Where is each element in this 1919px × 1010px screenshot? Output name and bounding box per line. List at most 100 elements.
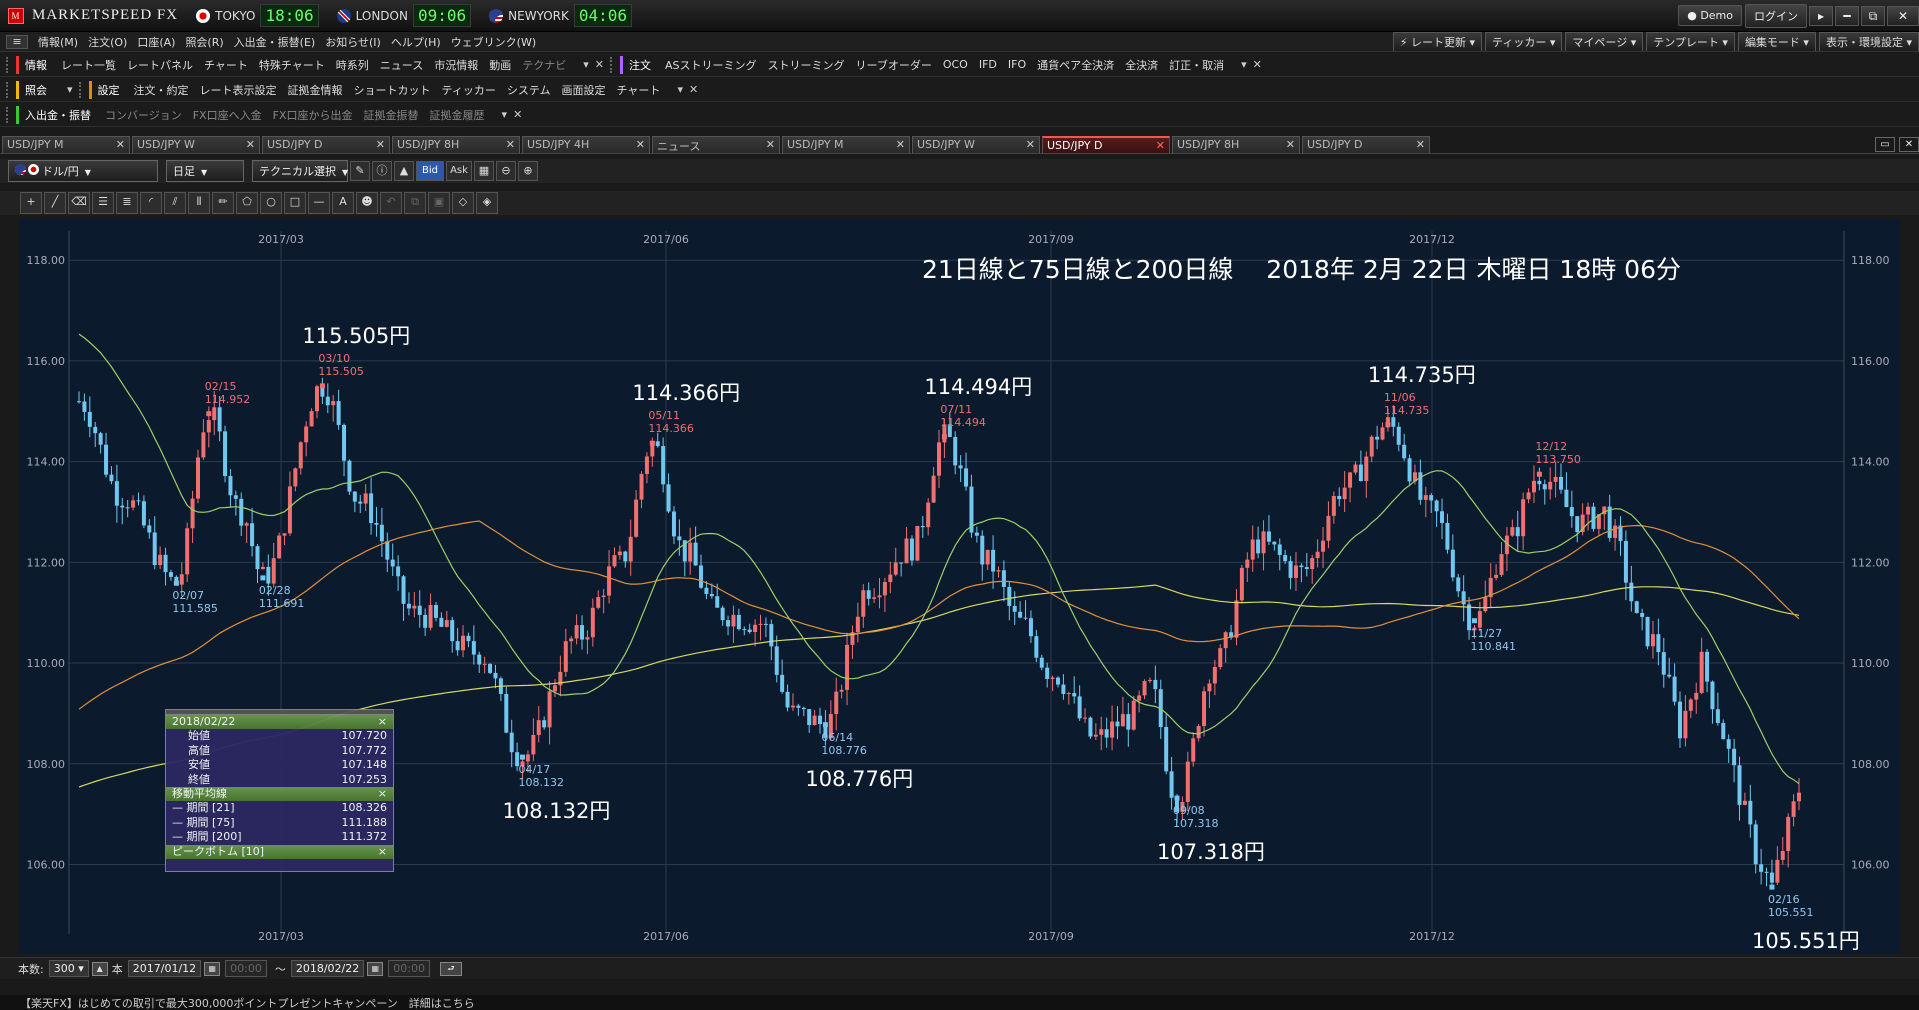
tab-close-icon[interactable]: ✕ xyxy=(246,138,255,151)
to-date-input[interactable]: 2018/02/22 xyxy=(290,960,365,977)
pencil-icon[interactable]: ✏ xyxy=(212,192,234,214)
count-up-icon[interactable]: ▲ xyxy=(91,961,108,976)
menu-info[interactable]: 情報(M) xyxy=(38,34,78,50)
display-settings-button[interactable]: 表示・環境設定 ▾ xyxy=(1818,32,1919,51)
menu-notice[interactable]: お知らせ(I) xyxy=(325,34,381,50)
tb-withdraw-fx[interactable]: FX口座から出金 xyxy=(273,107,353,123)
tb-margin-transfer[interactable]: 証拠金振替 xyxy=(364,107,419,123)
cursor-icon[interactable]: + xyxy=(20,192,42,214)
edit-mode-button[interactable]: 編集モード ▾ xyxy=(1737,32,1816,51)
bid-button[interactable]: Bid xyxy=(416,161,444,181)
hamburger-menu-icon[interactable]: ≡ xyxy=(6,34,28,49)
tb-leave-order[interactable]: リーブオーダー xyxy=(856,57,932,73)
menu-order[interactable]: 注文(O) xyxy=(88,34,127,50)
tab-close-icon[interactable]: ✕ xyxy=(376,138,385,151)
tb-deposit-fx[interactable]: FX口座へ入金 xyxy=(193,107,262,123)
hline-icon[interactable]: — xyxy=(308,192,330,214)
currency-pair-select[interactable]: ドル/円 xyxy=(8,160,158,182)
eraser-icon[interactable]: ⌫ xyxy=(68,192,90,214)
tb-as-streaming[interactable]: ASストリーミング xyxy=(665,57,757,73)
tb-ifo[interactable]: IFO xyxy=(1008,58,1026,71)
minimize-button[interactable]: ━ xyxy=(1835,5,1859,26)
chart-type-icon[interactable]: ▦ xyxy=(474,161,494,181)
tb-special-chart[interactable]: 特殊チャート xyxy=(259,57,325,73)
toolbar-grip[interactable] xyxy=(609,56,616,73)
erase-one-icon[interactable]: ◇ xyxy=(452,192,474,214)
area-chart-icon[interactable]: ▲ xyxy=(394,161,414,181)
pen-icon[interactable]: ✎ xyxy=(350,161,370,181)
tb-streaming[interactable]: ストリーミング xyxy=(768,57,845,73)
tb-margin-history[interactable]: 証拠金履歴 xyxy=(430,107,485,123)
to-time-input[interactable]: 00:00 xyxy=(388,960,430,977)
tab-close-icon[interactable]: ✕ xyxy=(1286,138,1295,151)
toolbar-dropdown-icon[interactable]: ▾ xyxy=(502,108,508,121)
ask-button[interactable]: Ask xyxy=(446,161,472,181)
from-date-input[interactable]: 2017/01/12 xyxy=(127,960,202,977)
erase-all-icon[interactable]: ◈ xyxy=(476,192,498,214)
close-button[interactable]: ✕ xyxy=(1887,5,1919,26)
tab-close-icon[interactable]: ✕ xyxy=(766,138,775,151)
tb-system[interactable]: システム xyxy=(507,82,551,98)
tb-chart-settings[interactable]: チャート xyxy=(617,82,661,98)
zoom-in-icon[interactable]: ⊕ xyxy=(518,161,538,181)
tab-usdjpy-w-2[interactable]: USD/JPY W ✕ xyxy=(912,136,1040,153)
tab-usdjpy-m[interactable]: USD/JPY M ✕ xyxy=(2,136,130,153)
tb-video[interactable]: 動画 xyxy=(489,57,511,73)
tab-close-icon[interactable]: ✕ xyxy=(1026,138,1035,151)
toolbar-close-icon[interactable]: ✕ xyxy=(513,108,522,121)
tb-timeseries[interactable]: 時系列 xyxy=(336,57,369,73)
maximize-button[interactable]: ⧉ xyxy=(1861,5,1885,26)
tab-usdjpy-4h[interactable]: USD/JPY 4H ✕ xyxy=(522,136,650,153)
toolbar-close-icon[interactable]: ✕ xyxy=(595,58,604,71)
tab-usdjpy-m-2[interactable]: USD/JPY M ✕ xyxy=(782,136,910,153)
menu-help[interactable]: ヘルプ(H) xyxy=(391,34,441,50)
zoom-out-icon[interactable]: ⊖ xyxy=(496,161,516,181)
calendar-icon[interactable]: ▦ xyxy=(204,961,221,976)
ticker-button[interactable]: ティッカー ▾ xyxy=(1485,32,1563,51)
toolbar-dropdown-icon[interactable]: ▾ xyxy=(583,58,589,71)
tb-chart[interactable]: チャート xyxy=(204,57,248,73)
from-time-input[interactable]: 00:00 xyxy=(225,960,267,977)
count-select[interactable]: 300 ▾ xyxy=(48,960,89,977)
tab-close-icon[interactable]: ✕ xyxy=(1416,138,1425,151)
tb-screen-settings[interactable]: 画面設定 xyxy=(562,82,606,98)
tb-pair-close-all[interactable]: 通貨ペア全決済 xyxy=(1037,57,1114,73)
stamp-icon[interactable]: ☻ xyxy=(356,192,378,214)
tab-close-icon[interactable]: ✕ xyxy=(1156,139,1165,152)
ma-close-icon[interactable]: × xyxy=(378,787,387,801)
toolbar-grip[interactable] xyxy=(6,81,12,98)
toolbar-close-icon[interactable]: ✕ xyxy=(689,83,698,96)
toolbar-dropdown-icon[interactable]: ▾ xyxy=(67,83,73,96)
copy-icon[interactable]: ⧉ xyxy=(404,192,426,214)
tb-rate-display[interactable]: レート表示設定 xyxy=(200,82,277,98)
restore-panel-icon[interactable]: ▭ xyxy=(1875,137,1895,152)
tab-close-icon[interactable]: ✕ xyxy=(896,138,905,151)
tab-close-icon[interactable]: ✕ xyxy=(636,138,645,151)
template-button[interactable]: テンプレート ▾ xyxy=(1646,32,1735,51)
period-select[interactable]: 日足 xyxy=(166,160,244,182)
line-icon[interactable]: ╱ xyxy=(44,192,66,214)
tab-news[interactable]: ニュース ✕ xyxy=(652,136,780,153)
toolbar-grip[interactable] xyxy=(6,56,12,73)
tab-usdjpy-w[interactable]: USD/JPY W ✕ xyxy=(132,136,260,153)
info-close-icon[interactable]: × xyxy=(378,715,387,729)
tb-rate-panel[interactable]: レートパネル xyxy=(127,57,193,73)
mypage-button[interactable]: マイページ ▾ xyxy=(1565,32,1644,51)
refresh-icon[interactable]: ⮐ xyxy=(439,961,462,976)
polygon-icon[interactable]: ⬠ xyxy=(236,192,258,214)
tab-close-icon[interactable]: ✕ xyxy=(506,138,515,151)
tb-market-info[interactable]: 市況情報 xyxy=(434,57,478,73)
vlines-icon[interactable]: ⦀ xyxy=(188,192,210,214)
tab-close-icon[interactable]: ✕ xyxy=(116,138,125,151)
ohlc-info-panel[interactable]: 2018/02/22 × 始値 107.720 高値 107.772 安値 107.14… xyxy=(165,709,394,872)
menu-weblink[interactable]: ウェブリンク(W) xyxy=(451,34,536,50)
login-button[interactable]: ログイン xyxy=(1745,3,1807,28)
tab-usdjpy-d-active[interactable]: USD/JPY D ✕ xyxy=(1042,136,1170,153)
menu-inquiry[interactable]: 照会(R) xyxy=(185,34,223,50)
hlines-icon[interactable]: ☰ xyxy=(92,192,114,214)
tab-usdjpy-d-2[interactable]: USD/JPY D ✕ xyxy=(1302,136,1430,153)
channel-icon[interactable]: ≣ xyxy=(116,192,138,214)
technical-select[interactable]: テクニカル選択 xyxy=(252,160,348,182)
tab-usdjpy-8h-2[interactable]: USD/JPY 8H ✕ xyxy=(1172,136,1300,153)
rect-icon[interactable]: □ xyxy=(284,192,306,214)
